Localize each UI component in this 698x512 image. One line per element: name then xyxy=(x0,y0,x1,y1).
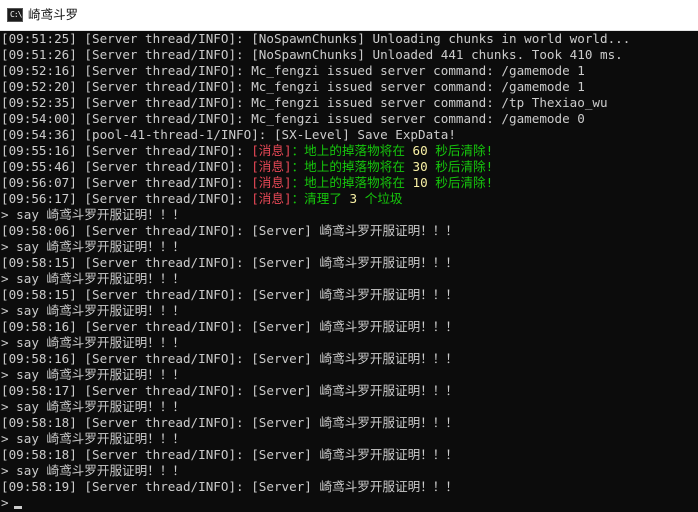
log-prefix: [09:55:46] [Server thread/INFO]: xyxy=(1,159,252,174)
message-text: 个垃圾 xyxy=(357,191,403,206)
command-line: > say 崎鸢斗罗开服证明！！！ xyxy=(1,399,186,414)
broadcast-line: [09:55:16] [Server thread/INFO]: [消息]：地上… xyxy=(1,143,493,159)
log-line: [09:58:18] [Server thread/INFO]: [Server… xyxy=(1,415,458,430)
log-prefix: [09:56:17] [Server thread/INFO]: xyxy=(1,191,252,206)
message-text: 秒后清除! xyxy=(427,143,494,158)
log-line: [09:51:26] [Server thread/INFO]: [NoSpaw… xyxy=(1,47,623,62)
command-line: > say 崎鸢斗罗开服证明！！！ xyxy=(1,239,186,254)
log-line: [09:58:18] [Server thread/INFO]: [Server… xyxy=(1,447,458,462)
log-line: [09:58:15] [Server thread/INFO]: [Server… xyxy=(1,287,458,302)
message-number: 60 xyxy=(412,143,428,158)
log-prefix: [09:56:07] [Server thread/INFO]: xyxy=(1,175,252,190)
log-line: [09:52:16] [Server thread/INFO]: Mc_feng… xyxy=(1,63,585,78)
message-text: 秒后清除! xyxy=(427,175,494,190)
message-text: 秒后清除! xyxy=(427,159,494,174)
text-cursor xyxy=(14,506,22,509)
console-window: C:\ 崎鸢斗罗 [09:51:25] [Server thread/INFO]… xyxy=(0,0,698,512)
console-icon-glyph: C:\ xyxy=(10,10,22,19)
message-tag: [消息] xyxy=(251,159,292,174)
log-prefix: [09:55:16] [Server thread/INFO]: xyxy=(1,143,252,158)
log-line: [09:51:25] [Server thread/INFO]: [NoSpaw… xyxy=(1,31,631,46)
title-bar[interactable]: C:\ 崎鸢斗罗 xyxy=(0,0,698,31)
command-line: > say 崎鸢斗罗开服证明！！！ xyxy=(1,207,186,222)
log-line: [09:58:16] [Server thread/INFO]: [Server… xyxy=(1,319,458,334)
window-title: 崎鸢斗罗 xyxy=(28,7,79,22)
broadcast-line: [09:56:07] [Server thread/INFO]: [消息]：地上… xyxy=(1,175,493,191)
log-line: [09:58:16] [Server thread/INFO]: [Server… xyxy=(1,351,458,366)
log-line: [09:58:17] [Server thread/INFO]: [Server… xyxy=(1,383,458,398)
log-line: [09:58:06] [Server thread/INFO]: [Server… xyxy=(1,223,458,238)
message-text: ：地上的掉落物将在 xyxy=(291,175,413,190)
log-line: [09:52:20] [Server thread/INFO]: Mc_feng… xyxy=(1,79,585,94)
message-number: 10 xyxy=(412,175,428,190)
command-line: > say 崎鸢斗罗开服证明！！！ xyxy=(1,463,186,478)
command-line: > say 崎鸢斗罗开服证明！！！ xyxy=(1,431,186,446)
command-line: > say 崎鸢斗罗开服证明！！！ xyxy=(1,303,186,318)
message-tag: [消息] xyxy=(251,191,292,206)
broadcast-message: ：地上的掉落物将在 30 秒后清除! xyxy=(292,159,494,174)
command-line: > say 崎鸢斗罗开服证明！！！ xyxy=(1,271,186,286)
log-line: [09:58:15] [Server thread/INFO]: [Server… xyxy=(1,255,458,270)
message-number: 30 xyxy=(412,159,428,174)
command-line: > say 崎鸢斗罗开服证明！！！ xyxy=(1,367,186,382)
console-output[interactable]: [09:51:25] [Server thread/INFO]: [NoSpaw… xyxy=(0,31,698,512)
broadcast-line: [09:56:17] [Server thread/INFO]: [消息]：清理… xyxy=(1,191,403,207)
broadcast-line: [09:55:46] [Server thread/INFO]: [消息]：地上… xyxy=(1,159,493,175)
command-line: > say 崎鸢斗罗开服证明！！！ xyxy=(1,335,186,350)
broadcast-message: ：清理了 3 个垃圾 xyxy=(292,191,403,206)
message-text: ：地上的掉落物将在 xyxy=(291,159,413,174)
log-line: [09:58:19] [Server thread/INFO]: [Server… xyxy=(1,479,458,494)
message-number: 3 xyxy=(349,191,358,206)
log-line: [09:52:35] [Server thread/INFO]: Mc_feng… xyxy=(1,95,608,110)
broadcast-message: ：地上的掉落物将在 60 秒后清除! xyxy=(292,143,494,158)
message-tag: [消息] xyxy=(251,175,292,190)
message-tag: [消息] xyxy=(251,143,292,158)
log-line: [09:54:00] [Server thread/INFO]: Mc_feng… xyxy=(1,111,585,126)
log-line: [09:54:36] [pool-41-thread-1/INFO]: [SX-… xyxy=(1,127,456,142)
console-icon[interactable]: C:\ xyxy=(7,8,23,22)
broadcast-message: ：地上的掉落物将在 10 秒后清除! xyxy=(292,175,494,190)
message-text: ：清理了 xyxy=(291,191,350,206)
message-text: ：地上的掉落物将在 xyxy=(291,143,413,158)
